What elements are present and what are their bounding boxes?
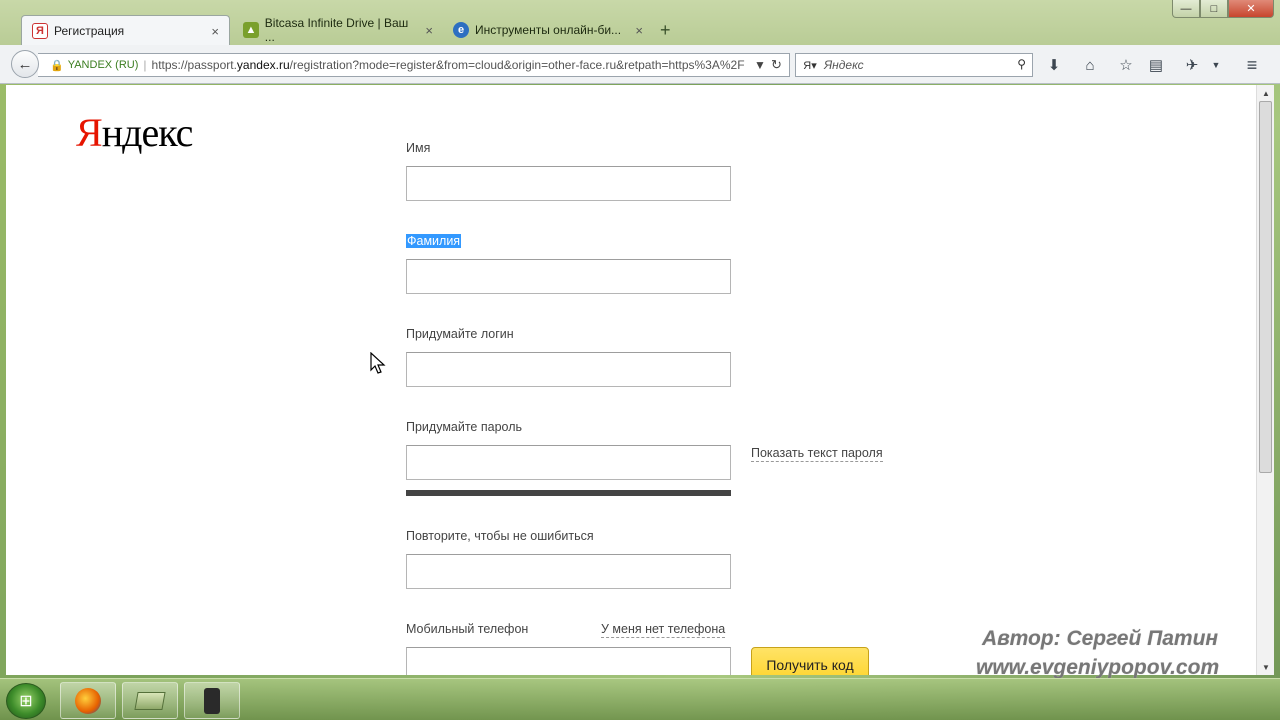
yandex-logo[interactable]: Яндекс — [76, 109, 193, 156]
firefox-taskbar-item[interactable] — [60, 682, 116, 719]
password-strength-bar — [406, 490, 731, 496]
start-button[interactable]: ⊞ — [6, 683, 46, 719]
download-icon[interactable]: ⬇ — [1042, 53, 1066, 77]
page-content: Яндекс Имя Фамилия Придумайте логин Прид… — [6, 85, 1256, 675]
phone-input[interactable] — [406, 647, 731, 675]
login-input[interactable] — [406, 352, 731, 387]
addon-dropdown-icon[interactable]: ▼ — [1204, 53, 1228, 77]
tab-close-icon[interactable]: × — [425, 23, 433, 38]
phone-label: Мобильный телефон — [406, 622, 529, 636]
search-placeholder: Яндекс — [824, 58, 864, 72]
taskbar: ⊞ — [0, 678, 1280, 720]
new-tab-button[interactable]: + — [660, 20, 671, 41]
lock-icon: 🔒 — [50, 59, 64, 72]
url-text[interactable]: https://passport.yandex.ru/registration?… — [152, 58, 745, 72]
back-arrow-icon: ← — [17, 55, 33, 73]
scroll-thumb[interactable] — [1259, 101, 1272, 473]
password-label: Придумайте пароль — [406, 420, 523, 434]
tab-label: Регистрация — [54, 24, 125, 38]
last-name-input[interactable] — [406, 259, 731, 294]
vertical-scrollbar[interactable]: ▲ ▼ — [1256, 85, 1274, 675]
menu-icon[interactable]: ≡ — [1240, 53, 1264, 77]
home-icon[interactable]: ⌂ — [1078, 53, 1102, 77]
tab-bitcasa[interactable]: ▲ Bitcasa Infinite Drive | Ваш ... × — [233, 15, 443, 45]
back-button[interactable]: ← — [11, 50, 39, 78]
mouse-cursor-icon — [370, 352, 386, 374]
camera-icon — [204, 687, 220, 714]
bookmarks-list-icon[interactable]: ▤ — [1144, 53, 1168, 77]
ie-favicon-icon: e — [453, 22, 469, 38]
windows-logo-icon: ⊞ — [19, 693, 33, 710]
watermark-site: www.evgeniypopov.com — [976, 656, 1220, 679]
yandex-favicon-icon: Я — [32, 23, 48, 39]
tab-close-icon[interactable]: × — [211, 24, 219, 39]
no-phone-link[interactable]: У меня нет телефона — [601, 622, 726, 638]
get-code-button[interactable]: Получить код — [751, 647, 869, 675]
tab-label: Bitcasa Infinite Drive | Ваш ... — [264, 16, 409, 44]
tab-strip: Я Регистрация × ▲ Bitcasa Infinite Drive… — [0, 0, 1280, 46]
maximize-button[interactable]: □ — [1200, 0, 1228, 18]
tab-label: Инструменты онлайн-би... — [475, 23, 622, 37]
recorder-taskbar-item[interactable] — [184, 682, 240, 719]
last-name-label: Фамилия — [406, 234, 462, 248]
window-controls: — □ ✕ — [1172, 0, 1274, 18]
firefox-icon — [75, 687, 101, 714]
tab-close-icon[interactable]: × — [635, 23, 643, 38]
tab-tools[interactable]: e Инструменты онлайн-би... × — [443, 15, 653, 45]
show-password-link[interactable]: Показать текст пароля — [751, 446, 883, 462]
first-name-label: Имя — [406, 141, 431, 155]
dropdown-arrow-icon[interactable]: ▼ — [754, 58, 766, 72]
bitcasa-favicon-icon: ▲ — [243, 22, 259, 38]
password-input[interactable] — [406, 445, 731, 480]
bookmark-star-icon[interactable]: ☆ — [1114, 53, 1138, 77]
repeat-password-input[interactable] — [406, 554, 731, 589]
reload-icon[interactable]: ↻ — [771, 57, 782, 73]
search-engine-icon[interactable]: Я▾ — [796, 59, 824, 72]
address-bar[interactable]: 🔒 YANDEX (RU) | https://passport.yandex.… — [38, 53, 790, 77]
tab-registration[interactable]: Я Регистрация × — [21, 15, 230, 46]
minimize-button[interactable]: — — [1172, 0, 1200, 18]
navigation-bar: 🔒 YANDEX (RU) | https://passport.yandex.… — [0, 45, 1280, 84]
scroll-up-icon[interactable]: ▲ — [1257, 85, 1275, 101]
site-identity[interactable]: YANDEX (RU) — [68, 59, 139, 71]
search-bar[interactable]: Я▾ Яндекс ⚲ — [795, 53, 1033, 77]
scroll-down-icon[interactable]: ▼ — [1257, 659, 1275, 675]
first-name-input[interactable] — [406, 166, 731, 201]
close-window-button[interactable]: ✕ — [1228, 0, 1274, 18]
watermark-author: Автор: Сергей Патин — [982, 627, 1219, 650]
search-icon[interactable]: ⚲ — [1017, 57, 1026, 71]
folder-taskbar-item[interactable] — [122, 682, 178, 719]
addon-icon[interactable]: ✈ — [1180, 53, 1204, 77]
folder-icon — [134, 691, 166, 710]
login-label: Придумайте логин — [406, 327, 514, 341]
repeat-password-label: Повторите, чтобы не ошибиться — [406, 529, 594, 543]
